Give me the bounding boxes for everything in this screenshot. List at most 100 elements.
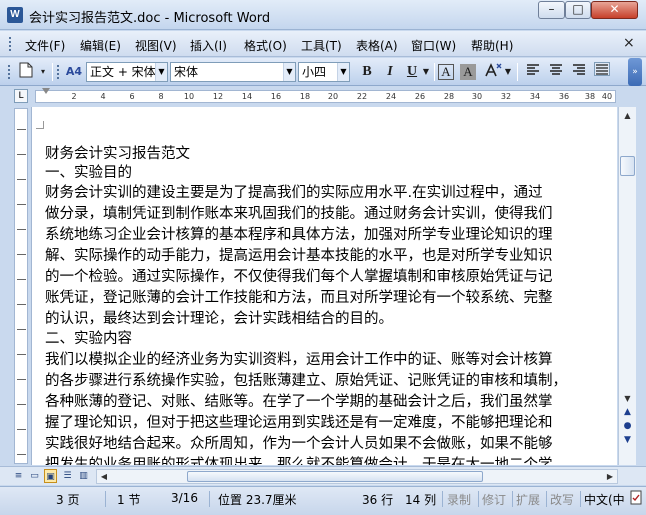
- doc-line[interactable]: 做分录，填制凭证到制作账本来巩固我们的技能。通过财务会计实训，使得我们: [45, 205, 553, 223]
- horizontal-scrollbar[interactable]: ◀ ▶: [96, 469, 618, 484]
- doc-line[interactable]: 财务会计实训的建设主要是为了提高我们的实际应用水平.在实训过程中，通过: [45, 184, 543, 202]
- scroll-right-icon[interactable]: ▶: [603, 470, 617, 483]
- horizontal-ruler[interactable]: 2 4 6 8 10 12 14 16 18 20 22 24 26 28 30…: [35, 88, 616, 103]
- doc-line[interactable]: 二、实验内容: [45, 330, 132, 348]
- ruler-label: 12: [212, 92, 224, 101]
- menu-bar: 文件(F) 编辑(E) 视图(V) 插入(I) 格式(O) 工具(T) 表格(A…: [0, 31, 646, 57]
- styles-pane-icon[interactable]: A4: [64, 62, 84, 82]
- doc-line[interactable]: 的认识，最终达到会计理论，会计实践相结合的目的。: [45, 310, 393, 328]
- vertical-scroll-thumb[interactable]: [620, 156, 635, 176]
- maximize-button[interactable]: □: [565, 1, 591, 19]
- close-document-icon[interactable]: ×: [623, 35, 635, 51]
- ruler-label: 16: [270, 92, 282, 101]
- next-page-icon[interactable]: ▼: [622, 435, 633, 445]
- vruler-tick: [17, 354, 26, 355]
- previous-page-icon[interactable]: ▲: [622, 407, 633, 417]
- justify-icon[interactable]: [592, 62, 612, 82]
- style-combo[interactable]: 正文 + 宋体 ▼: [86, 62, 168, 82]
- scroll-left-icon[interactable]: ◀: [97, 470, 111, 483]
- ruler-label: 30: [471, 92, 483, 101]
- chevron-down-icon[interactable]: ▼: [421, 62, 431, 82]
- align-left-icon[interactable]: [523, 62, 543, 82]
- menu-grip[interactable]: [8, 36, 12, 52]
- doc-line[interactable]: 各种账薄的登记、对账、结账等。在学了一个学期的基础会计之后，我们虽然掌: [45, 393, 553, 411]
- doc-line[interactable]: 系统地练习企业会计核算的基本程序和具体方法，加强对所学专业理论知识的理: [45, 226, 553, 244]
- style-value: 正文 + 宋体: [90, 65, 156, 79]
- normal-view-icon[interactable]: ≡: [12, 469, 25, 483]
- bold-button[interactable]: B: [357, 62, 377, 82]
- select-browse-object-icon[interactable]: ●: [622, 421, 633, 431]
- doc-line[interactable]: 我们以模拟企业的经济业务为实训资料，运用会计工作中的证、账等对会计核算: [45, 351, 553, 369]
- reading-layout-view-icon[interactable]: ▥: [77, 469, 90, 483]
- margin-corner-mark: [36, 121, 44, 129]
- underline-button[interactable]: U: [402, 62, 422, 82]
- doc-line[interactable]: 的一个检验。通过实际操作，不仅使得我们每个人掌握填制和审核原始凭证与记: [45, 268, 553, 286]
- align-center-icon[interactable]: [546, 62, 566, 82]
- status-record-macro[interactable]: 录制: [447, 491, 471, 508]
- status-language[interactable]: 中文(中: [584, 491, 625, 508]
- menu-window[interactable]: 窗口(W): [411, 37, 456, 54]
- doc-line[interactable]: 实践很好地结合起来。众所周知，作为一个会计人员如果不会做账，如果不能够: [45, 435, 553, 453]
- italic-button[interactable]: I: [380, 62, 400, 82]
- menu-insert[interactable]: 插入(I): [190, 37, 227, 54]
- new-document-icon[interactable]: [16, 62, 36, 82]
- chevron-down-icon[interactable]: ▼: [155, 63, 167, 81]
- toolbar-grip-2[interactable]: [56, 64, 60, 80]
- menu-edit[interactable]: 编辑(E): [80, 37, 121, 54]
- ruler-label: 2: [71, 92, 77, 101]
- character-border-button[interactable]: A: [438, 64, 454, 80]
- outline-view-icon[interactable]: ☰: [61, 469, 74, 483]
- menu-format[interactable]: 格式(O): [244, 37, 287, 54]
- ruler-label: 6: [129, 92, 135, 101]
- ruler-label: 34: [529, 92, 541, 101]
- chevron-down-icon[interactable]: ▼: [503, 62, 513, 82]
- chevron-down-icon[interactable]: ▼: [283, 63, 295, 81]
- doc-line[interactable]: 的各步骤进行系统操作实验，包括账薄建立、原始凭证、记账凭证的审核和填制，: [45, 372, 567, 390]
- scroll-down-icon[interactable]: ▼: [620, 391, 635, 407]
- horizontal-scroll-thumb[interactable]: [187, 471, 483, 482]
- doc-line[interactable]: 握了理论知识，但对于把这些理论运用到实践还是有一定难度，不能够把理论和: [45, 414, 553, 432]
- doc-line[interactable]: 账凭证，登记账薄的会计工作技能和方法，而且对所学理论有一个较系统、完整: [45, 289, 553, 307]
- status-track-changes[interactable]: 修订: [482, 491, 506, 508]
- font-value: 宋体: [174, 65, 199, 79]
- toolbar-grip[interactable]: [7, 64, 11, 80]
- vertical-ruler[interactable]: [14, 108, 28, 464]
- menu-file[interactable]: 文件(F): [25, 37, 65, 54]
- menu-table[interactable]: 表格(A): [356, 37, 398, 54]
- scroll-up-icon[interactable]: ▲: [620, 108, 635, 124]
- minimize-button[interactable]: –: [538, 1, 565, 19]
- ruler-label: 20: [327, 92, 339, 101]
- ruler-label: 14: [241, 92, 253, 101]
- doc-line[interactable]: 解、实际操作的动手能力，提高运用会计基本技能的水平，也是对所学专业知识: [45, 247, 553, 265]
- word-app-icon[interactable]: W: [7, 7, 23, 23]
- vertical-scrollbar[interactable]: ▲ ▼ ▲ ● ▼: [618, 107, 636, 465]
- doc-line[interactable]: 一、实验目的: [45, 164, 132, 182]
- align-right-icon[interactable]: [569, 62, 589, 82]
- status-position: 位置 23.7厘米: [218, 493, 297, 507]
- status-overtype[interactable]: 改写: [550, 491, 574, 508]
- tab-stop-selector[interactable]: L: [14, 89, 28, 103]
- toolbar-options-icon[interactable]: »: [628, 58, 642, 86]
- chevron-down-icon[interactable]: ▼: [337, 63, 349, 81]
- toolbar-overflow-icon[interactable]: ▾: [38, 62, 48, 82]
- status-extend-selection[interactable]: 扩展: [516, 491, 540, 508]
- menu-help[interactable]: 帮助(H): [471, 37, 513, 54]
- document-page[interactable]: 财务会计实习报告范文 一、实验目的 财务会计实训的建设主要是为了提高我们的实际应…: [31, 107, 617, 465]
- toolbar-separator: [434, 63, 435, 81]
- close-button[interactable]: ✕: [591, 1, 638, 19]
- toolbar-separator: [52, 63, 53, 81]
- character-scaling-icon[interactable]: [483, 62, 503, 82]
- menu-view[interactable]: 视图(V): [135, 37, 177, 54]
- spelling-check-icon[interactable]: [630, 490, 642, 509]
- vruler-tick: [17, 454, 26, 455]
- character-shading-button[interactable]: A: [460, 64, 476, 80]
- menu-tools[interactable]: 工具(T): [301, 37, 342, 54]
- font-size-combo[interactable]: 小四 ▼: [298, 62, 350, 82]
- web-layout-view-icon[interactable]: ▭: [28, 469, 41, 483]
- font-combo[interactable]: 宋体 ▼: [170, 62, 296, 82]
- doc-line[interactable]: 财务会计实习报告范文: [45, 145, 190, 163]
- vruler-tick: [17, 229, 26, 230]
- print-layout-view-icon[interactable]: ▣: [44, 469, 57, 483]
- indent-marker[interactable]: [42, 88, 50, 94]
- doc-line[interactable]: 把发生的业务用账的形式体现出来，那么就不能算做会计。于是在大一地二个学: [45, 456, 553, 465]
